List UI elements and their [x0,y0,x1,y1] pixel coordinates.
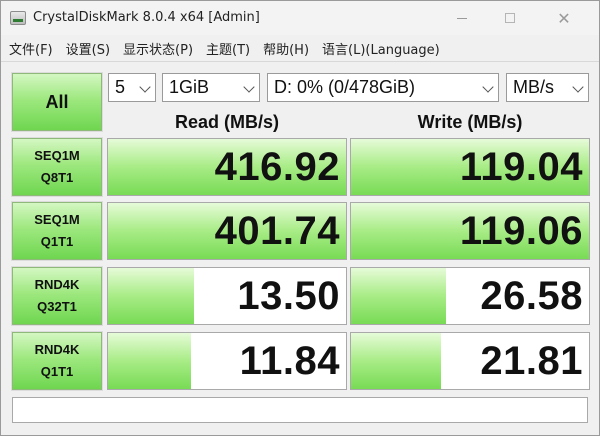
test-button-seq1m-q1t1[interactable]: SEQ1M Q1T1 [11,201,103,261]
chevron-down-icon [243,81,255,93]
chevron-down-icon [572,81,584,93]
app-window: CrystalDiskMark 8.0.4 x64 [Admin] ✕ 文件(F… [0,0,600,436]
menu-settings[interactable]: 设置(S) [66,39,110,58]
drive-value: D: 0% (0/478GiB) [274,77,416,97]
read-result-cell: 11.84 [107,332,347,390]
read-result-cell: 401.74 [107,202,347,260]
test-button-seq1m-q8t1[interactable]: SEQ1M Q8T1 [11,137,103,197]
unit-value: MB/s [513,77,555,97]
title-bar[interactable]: CrystalDiskMark 8.0.4 x64 [Admin] ✕ [1,1,599,35]
read-result-cell: 13.50 [107,267,347,325]
maximize-button[interactable] [487,1,533,35]
menu-theme[interactable]: 主题(T) [206,39,250,58]
menu-help[interactable]: 帮助(H) [263,39,309,58]
write-header: Write (MB/s) [417,111,523,132]
read-result-value: 13.50 [237,273,340,318]
minimize-button[interactable] [439,1,485,35]
read-result-value: 401.74 [214,208,340,253]
write-result-bar [351,268,447,324]
chevron-down-icon [482,81,494,93]
run-all-button[interactable]: All [11,72,103,132]
drive-select[interactable]: D: 0% (0/478GiB) [267,73,499,102]
write-result-value: 119.04 [459,144,583,189]
menu-divider [1,61,599,62]
write-result-value: 26.58 [480,273,583,318]
menu-language[interactable]: 语言(L)(Language) [322,39,440,58]
write-result-value: 21.81 [480,338,583,383]
test-count-select[interactable]: 5 [108,73,156,102]
test-size-select[interactable]: 1GiB [162,73,260,102]
app-disk-icon [10,11,26,25]
test-queue: Q1T1 [40,234,74,249]
test-name: RND4K [34,277,80,292]
minimize-icon [457,17,467,19]
menu-bar: 文件(F) 设置(S) 显示状态(P) 主题(T) 帮助(H) 语言(L)(La… [1,35,599,61]
window-title: CrystalDiskMark 8.0.4 x64 [Admin] [33,10,260,25]
menu-view[interactable]: 显示状态(P) [123,39,193,58]
test-count-value: 5 [115,77,126,97]
test-queue: Q8T1 [40,170,74,185]
write-result-bar [351,333,442,389]
write-result-cell: 119.06 [350,202,590,260]
test-queue: Q1T1 [40,364,74,379]
close-button[interactable]: ✕ [541,1,587,35]
read-result-value: 416.92 [214,144,340,189]
maximize-icon [505,13,515,23]
read-result-cell: 416.92 [107,138,347,196]
write-result-value: 119.06 [459,208,583,253]
read-header: Read (MB/s) [174,111,279,132]
test-size-value: 1GiB [169,77,210,97]
close-icon: ✕ [557,8,571,28]
test-name: RND4K [34,342,80,357]
unit-select[interactable]: MB/s [506,73,589,102]
read-result-value: 11.84 [239,338,340,383]
test-queue: Q32T1 [37,299,77,314]
test-button-rnd4k-q32t1[interactable]: RND4K Q32T1 [11,266,103,326]
write-result-cell: 119.04 [350,138,590,196]
run-all-label: All [45,91,69,112]
test-name: SEQ1M [34,148,80,163]
read-result-bar [108,333,192,389]
test-button-rnd4k-q1t1[interactable]: RND4K Q1T1 [11,331,103,391]
write-result-cell: 21.81 [350,332,590,390]
write-result-cell: 26.58 [350,267,590,325]
comment-input[interactable] [12,397,588,423]
menu-file[interactable]: 文件(F) [9,39,53,58]
test-name: SEQ1M [34,212,80,227]
chevron-down-icon [139,81,151,93]
read-result-bar [108,268,194,324]
